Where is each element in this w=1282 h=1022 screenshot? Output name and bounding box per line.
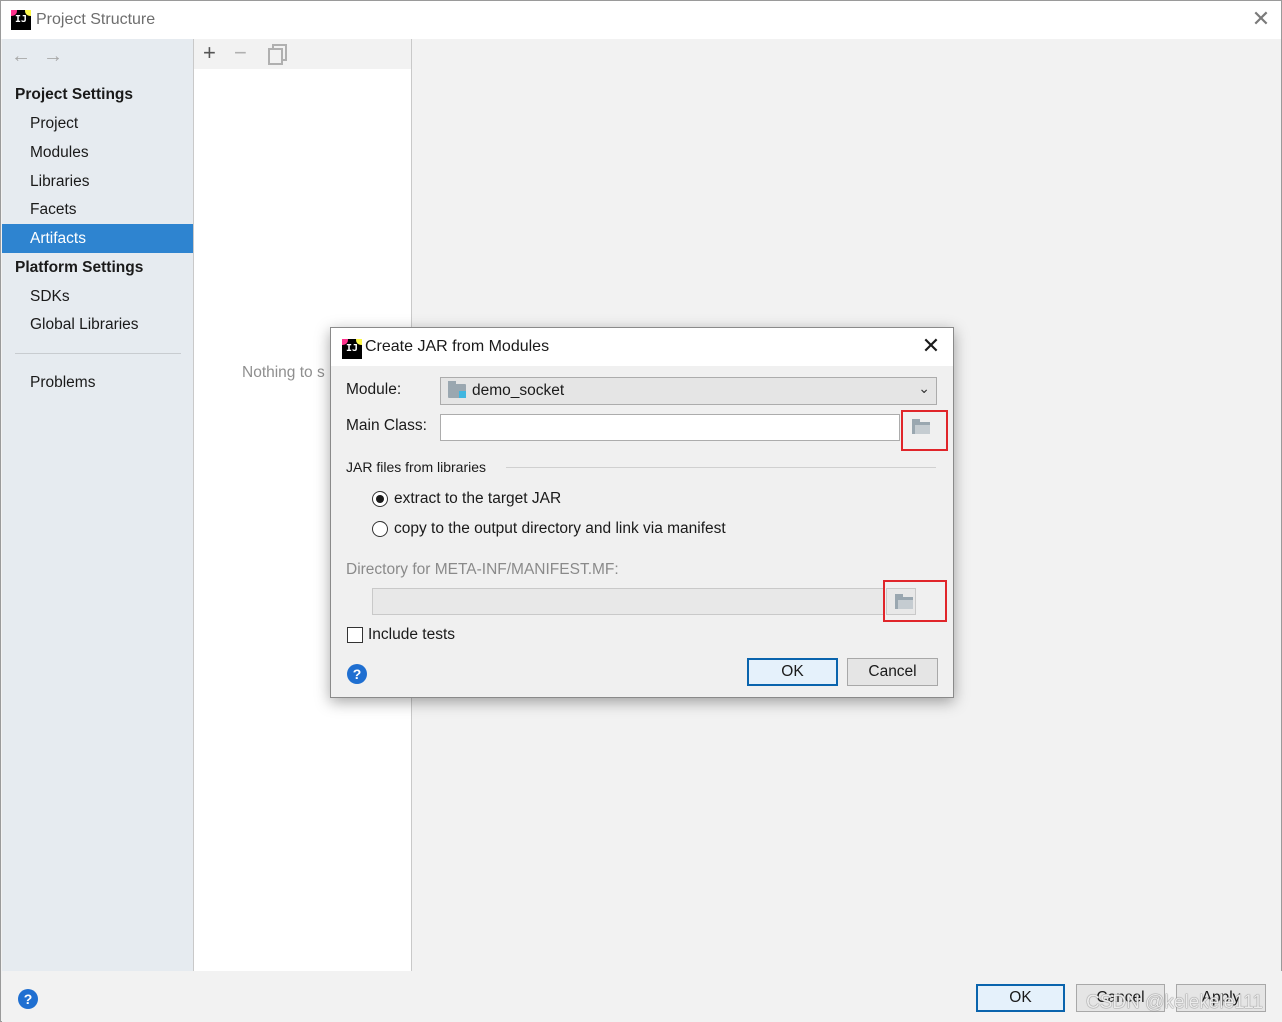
empty-list-text: Nothing to s	[242, 364, 325, 381]
chevron-down-icon: ⌄	[918, 380, 930, 396]
manifest-directory-label: Directory for META-INF/MANIFEST.MF:	[346, 561, 619, 578]
forward-arrow-icon[interactable]: →	[43, 45, 63, 68]
remove-icon[interactable]: −	[234, 41, 247, 65]
group-separator	[506, 467, 936, 468]
ok-button[interactable]: OK	[976, 984, 1065, 1012]
project-structure-window: IJ Project Structure ✕ ← → Project Setti…	[0, 0, 1282, 1022]
sidebar-item-problems[interactable]: Problems	[2, 368, 193, 397]
highlight-box	[901, 410, 948, 451]
app-icon: IJ	[11, 10, 31, 30]
sidebar-item-modules[interactable]: Modules	[2, 138, 193, 167]
platform-settings-header: Platform Settings	[15, 259, 144, 276]
manifest-directory-input[interactable]	[372, 588, 884, 615]
add-icon[interactable]: +	[203, 41, 216, 65]
window-close-button[interactable]: ✕	[1249, 7, 1273, 31]
sidebar-item-sdks[interactable]: SDKs	[2, 282, 193, 311]
module-label: Module:	[346, 381, 402, 398]
copy-icon[interactable]	[268, 44, 287, 65]
sidebar-divider	[15, 353, 181, 354]
project-settings-header: Project Settings	[15, 86, 133, 103]
extract-radio[interactable]	[372, 491, 388, 507]
back-arrow-icon[interactable]: ←	[11, 45, 31, 68]
module-value: demo_socket	[472, 382, 565, 399]
sidebar-item-libraries[interactable]: Libraries	[2, 167, 193, 196]
copy-radio[interactable]	[372, 521, 388, 537]
main-button-bar: ? OK Cancel Apply CSDN @kelekele111	[2, 971, 1282, 1022]
window-title: Project Structure	[36, 11, 156, 28]
copy-radio-label[interactable]: copy to the output directory and link vi…	[394, 520, 726, 538]
extract-radio-label[interactable]: extract to the target JAR	[394, 490, 561, 508]
settings-sidebar: ← → Project Settings Project Modules Lib…	[2, 39, 193, 971]
artifacts-toolbar: + −	[194, 39, 411, 69]
sidebar-item-global-libraries[interactable]: Global Libraries	[2, 310, 193, 339]
module-select[interactable]: demo_socket ⌄	[440, 377, 937, 405]
jar-files-group-label: JAR files from libraries	[346, 459, 487, 475]
module-folder-icon	[448, 381, 466, 398]
dialog-title: Create JAR from Modules	[365, 338, 550, 355]
highlight-box	[883, 580, 947, 622]
window-titlebar: IJ Project Structure ✕	[1, 1, 1281, 39]
help-icon[interactable]: ?	[347, 664, 367, 684]
include-tests-checkbox[interactable]	[347, 627, 363, 643]
dialog-titlebar: IJ Create JAR from Modules ✕	[331, 328, 953, 366]
sidebar-item-artifacts[interactable]: Artifacts	[2, 224, 193, 253]
sidebar-item-facets[interactable]: Facets	[2, 195, 193, 224]
watermark: CSDN @kelekele111	[1086, 992, 1263, 1013]
app-icon: IJ	[342, 339, 362, 359]
dialog-cancel-button[interactable]: Cancel	[847, 658, 938, 686]
create-jar-dialog: IJ Create JAR from Modules ✕ Module: dem…	[330, 327, 954, 698]
dialog-ok-button[interactable]: OK	[747, 658, 838, 686]
app-icon-text: IJ	[14, 14, 28, 25]
help-icon[interactable]: ?	[18, 989, 38, 1009]
include-tests-label[interactable]: Include tests	[368, 626, 455, 644]
main-class-input[interactable]	[440, 414, 900, 441]
sidebar-item-project[interactable]: Project	[2, 109, 193, 138]
app-icon-text: IJ	[345, 343, 359, 354]
main-class-label: Main Class:	[346, 417, 427, 434]
dialog-close-button[interactable]: ✕	[919, 334, 943, 358]
